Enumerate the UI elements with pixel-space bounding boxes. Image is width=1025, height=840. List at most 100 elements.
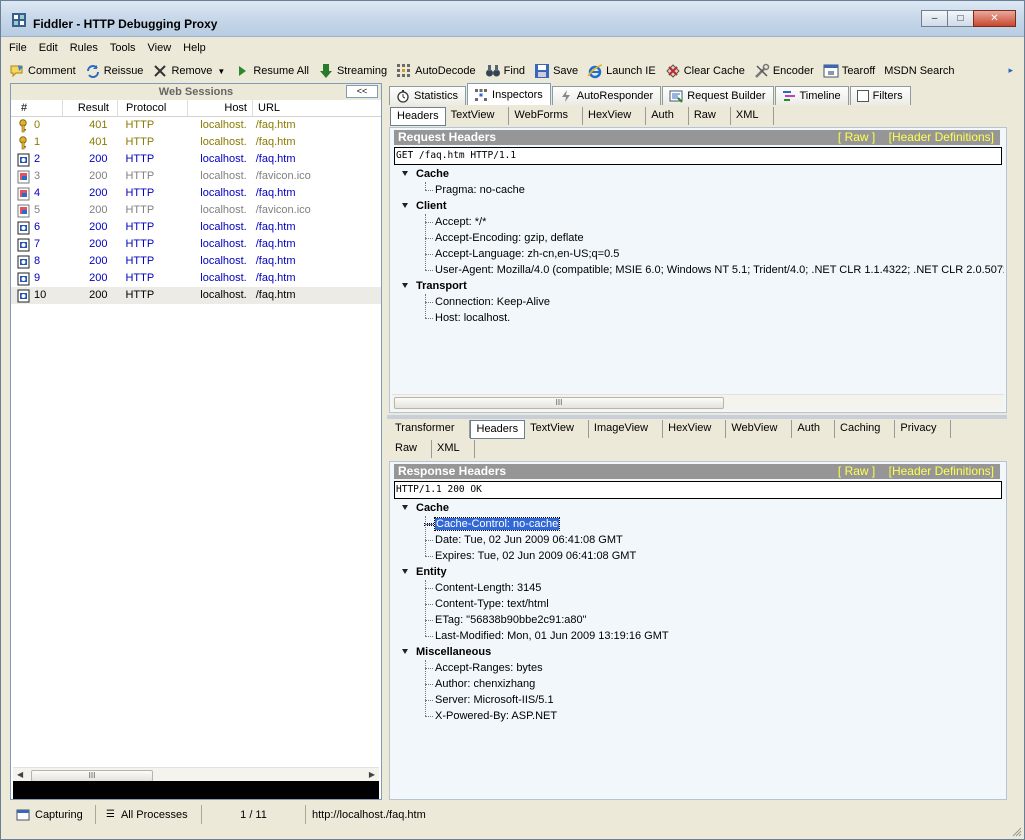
msdn-search-button[interactable]: MSDN Search [884,65,954,77]
menu-view[interactable]: View [148,42,172,54]
header-item[interactable]: User-Agent: Mozilla/4.0 (compatible; MSI… [394,262,1004,278]
header-group[interactable]: Cache [394,166,1004,182]
header-item[interactable]: Connection: Keep-Alive [394,294,1004,310]
header-item[interactable]: Accept-Encoding: gzip, deflate [394,230,1004,246]
tab-filters[interactable]: Filters [849,86,911,105]
collapse-triangle-icon[interactable] [402,171,408,176]
response-raw-link[interactable]: [ Raw ] [838,464,875,478]
response-tab-xml[interactable]: XML [432,440,475,458]
header-group[interactable]: Client [394,198,1004,214]
collapse-triangle-icon[interactable] [402,505,408,510]
header-item[interactable]: Accept-Ranges: bytes [394,660,1004,676]
session-row[interactable]: 9 200 HTTP localhost. /faq.htm [11,270,381,287]
collapse-sessions-button[interactable]: << [346,85,378,98]
session-row[interactable]: 8 200 HTTP localhost. /faq.htm [11,253,381,270]
header-item[interactable]: Last-Modified: Mon, 01 Jun 2009 13:19:16… [394,628,1004,644]
tab-inspectors[interactable]: Inspectors [467,83,551,105]
resize-grip-icon[interactable] [1012,827,1022,837]
tab-request-builder[interactable]: Request Builder [662,86,774,105]
tab-timeline[interactable]: Timeline [774,86,849,105]
collapse-triangle-icon[interactable] [402,283,408,288]
request-header-definitions-link[interactable]: [Header Definitions] [889,130,994,144]
header-item[interactable]: Server: Microsoft-IIS/5.1 [394,692,1004,708]
header-item[interactable]: ETag: "56838b90bbe2c91:a80" [394,612,1004,628]
close-button[interactable]: ✕ [973,10,1016,27]
maximize-button[interactable]: □ [947,10,974,27]
header-item[interactable]: Accept: */* [394,214,1004,230]
request-tab-hexview[interactable]: HexView [583,107,647,125]
header-item[interactable]: Cache-Control: no-cache [394,516,1004,532]
header-group[interactable]: Cache [394,500,1004,516]
col-id[interactable]: # [11,100,63,116]
response-first-line[interactable]: HTTP/1.1 200 OK [394,481,1002,499]
process-filter[interactable]: ☰ All Processes [96,805,202,824]
reissue-button[interactable]: Reissue [85,63,143,79]
header-item[interactable]: Content-Length: 3145 [394,580,1004,596]
request-tab-xml[interactable]: XML [731,107,774,125]
collapse-triangle-icon[interactable] [402,569,408,574]
col-result[interactable]: Result [63,100,118,116]
col-host[interactable]: Host [188,100,253,116]
header-item[interactable]: Accept-Language: zh-cn,en-US;q=0.5 [394,246,1004,262]
tearoff-button[interactable]: Tearoff [823,63,875,79]
header-item[interactable]: Date: Tue, 02 Jun 2009 06:41:08 GMT [394,532,1004,548]
header-group[interactable]: Miscellaneous [394,644,1004,660]
request-tab-auth[interactable]: Auth [646,107,689,125]
header-item[interactable]: Author: chenxizhang [394,676,1004,692]
response-tab-privacy[interactable]: Privacy [895,420,952,438]
clear-cache-button[interactable]: Clear Cache [665,63,745,79]
session-row[interactable]: 5 200 HTTP localhost. /favicon.ico [11,202,381,219]
toolbar-overflow-chevron-icon[interactable]: ▸ [1008,65,1013,76]
response-tab-imageview[interactable]: ImageView [589,420,664,438]
menu-rules[interactable]: Rules [70,42,98,54]
response-tab-caching[interactable]: Caching [835,420,896,438]
launch-ie-button[interactable]: Launch IE [587,63,656,79]
session-row[interactable]: 7 200 HTTP localhost. /faq.htm [11,236,381,253]
remove-button[interactable]: Remove ▼ [152,63,225,79]
request-hscrollbar[interactable]: III [392,394,1004,410]
session-row[interactable]: 6 200 HTTP localhost. /faq.htm [11,219,381,236]
response-header-definitions-link[interactable]: [Header Definitions] [889,464,994,478]
comment-button[interactable]: Comment [9,63,76,79]
resume-all-button[interactable]: Resume All [234,63,309,79]
request-raw-link[interactable]: [ Raw ] [838,130,875,144]
request-tab-headers[interactable]: Headers [390,106,446,126]
header-item[interactable]: Expires: Tue, 02 Jun 2009 06:41:08 GMT [394,548,1004,564]
menu-file[interactable]: File [9,42,27,54]
request-tab-textview[interactable]: TextView [446,107,510,125]
col-protocol[interactable]: Protocol [118,100,188,116]
session-row[interactable]: 0 401 HTTP localhost. /faq.htm [11,117,381,134]
quickexec-bar[interactable] [13,781,379,799]
response-tab-webview[interactable]: WebView [726,420,793,438]
collapse-triangle-icon[interactable] [402,649,408,654]
autodecode-button[interactable]: AutoDecode [396,63,476,79]
menu-tools[interactable]: Tools [110,42,136,54]
response-tab-transformer[interactable]: Transformer [390,420,470,438]
scroll-left-arrow-icon[interactable]: ◀ [17,770,23,779]
save-button[interactable]: Save [534,63,578,79]
request-tab-raw[interactable]: Raw [689,107,731,125]
minimize-button[interactable]: – [921,10,948,27]
response-tab-textview[interactable]: TextView [525,420,589,438]
header-group[interactable]: Entity [394,564,1004,580]
menu-help[interactable]: Help [183,42,206,54]
session-row[interactable]: 3 200 HTTP localhost. /favicon.ico [11,168,381,185]
capturing-toggle[interactable]: Capturing [10,805,96,824]
request-scroll-thumb[interactable]: III [394,397,724,409]
session-row[interactable]: 10 200 HTTP localhost. /faq.htm [11,287,381,304]
header-item[interactable]: Pragma: no-cache [394,182,1004,198]
streaming-button[interactable]: Streaming [318,63,387,79]
header-item[interactable]: Content-Type: text/html [394,596,1004,612]
response-tab-headers[interactable]: Headers [469,419,526,439]
session-row[interactable]: 4 200 HTTP localhost. /faq.htm [11,185,381,202]
collapse-triangle-icon[interactable] [402,203,408,208]
tab-statistics[interactable]: Statistics [389,86,467,105]
col-url[interactable]: URL [253,100,381,116]
tab-autoresponder[interactable]: AutoResponder [551,86,662,105]
menu-edit[interactable]: Edit [39,42,58,54]
header-item[interactable]: X-Powered-By: ASP.NET [394,708,1004,724]
find-button[interactable]: Find [485,63,525,79]
header-group[interactable]: Transport [394,278,1004,294]
session-row[interactable]: 2 200 HTTP localhost. /faq.htm [11,151,381,168]
header-item[interactable]: Host: localhost. [394,310,1004,326]
